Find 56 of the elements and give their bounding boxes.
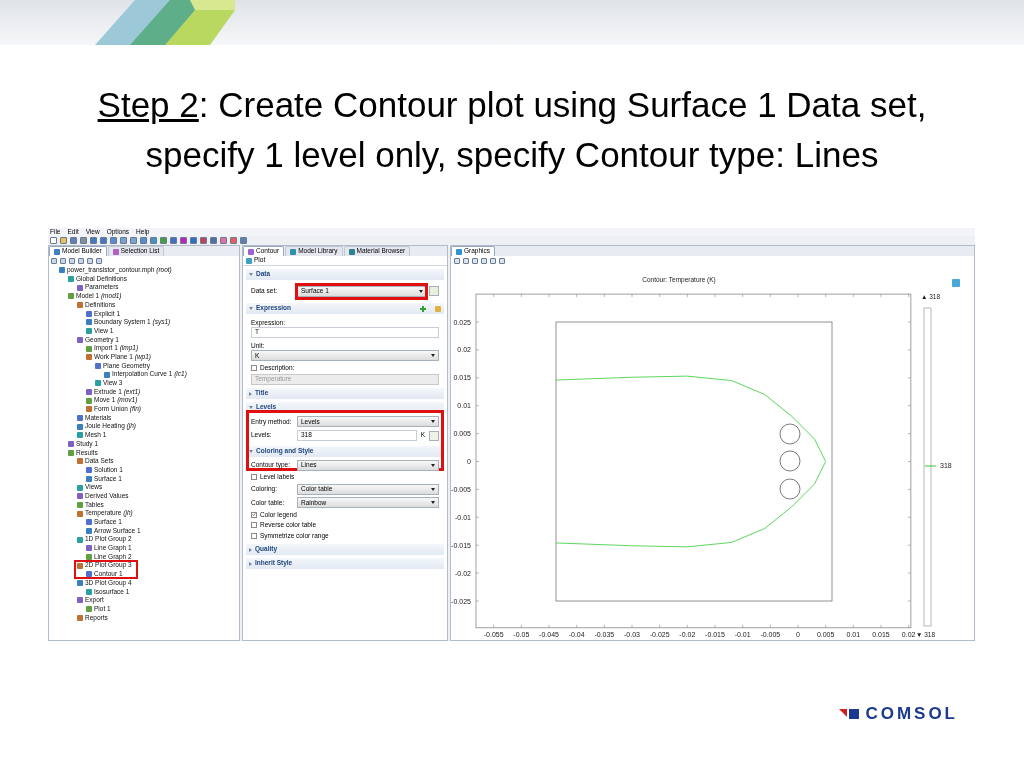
tree-node-icon — [86, 328, 92, 335]
legend-level-mark — [924, 465, 937, 467]
tree-node-icon — [86, 388, 92, 395]
logo-mark-icon — [839, 708, 860, 719]
checkbox[interactable] — [251, 511, 257, 518]
tree-node-icon — [86, 606, 92, 613]
collapse-arrow-icon — [249, 273, 253, 276]
expand-arrow-icon — [249, 561, 252, 566]
tree-node-icon — [77, 597, 83, 604]
tree-node-icon — [77, 484, 83, 491]
caret-icon — [431, 487, 435, 491]
expand-arrow-icon — [249, 547, 252, 552]
tree-node-icon — [86, 310, 92, 317]
tree-node-icon — [77, 458, 83, 465]
caret-icon — [431, 463, 435, 467]
tree-node-icon — [77, 614, 83, 621]
caret-icon — [419, 289, 423, 293]
collapse-arrow-icon — [249, 406, 253, 409]
caret-icon — [431, 354, 435, 358]
tree-node-icon — [77, 510, 83, 517]
tree-node-icon — [77, 536, 83, 543]
square-icon[interactable] — [180, 237, 187, 244]
tree-node-icon — [77, 562, 83, 569]
tree-node-icon — [77, 580, 83, 587]
checkbox[interactable] — [251, 522, 257, 529]
tree-node-icon — [68, 276, 74, 283]
checkbox[interactable] — [251, 532, 257, 539]
slide-title: Step 2: Create Contour plot using Surface 1 Data set, specify 1 level only, specify Contour type: Lines — [96, 84, 928, 176]
highlight-frame — [74, 560, 138, 579]
tree-node-icon — [77, 302, 83, 309]
tree-node-icon — [68, 293, 74, 300]
tree-node-icon — [86, 554, 92, 561]
tree-node-icon — [86, 571, 92, 578]
tree-node-icon — [77, 284, 83, 291]
tree-node-icon — [86, 406, 92, 413]
logo-text: COMSOL — [865, 705, 958, 722]
tree-node-icon — [86, 354, 92, 361]
tree-node-icon — [77, 336, 83, 343]
tree-node-icon — [95, 362, 101, 369]
tree-node-icon — [86, 588, 92, 595]
add-icon[interactable] — [420, 305, 426, 312]
checkbox[interactable] — [251, 364, 257, 371]
tree-node-icon — [86, 345, 92, 352]
caret-icon — [431, 501, 435, 505]
caret-icon — [431, 420, 435, 424]
tree-node-icon — [95, 380, 101, 387]
collapse-arrow-icon — [249, 307, 253, 310]
collapse-arrow-icon — [249, 449, 253, 453]
checkbox[interactable] — [251, 474, 257, 481]
tree-node-icon — [104, 371, 110, 378]
tree-node-icon — [59, 267, 65, 274]
expand-arrow-icon — [249, 391, 252, 396]
tree-node-icon — [86, 319, 92, 326]
tree-node-icon — [86, 545, 92, 552]
tree-node-icon — [86, 397, 92, 404]
tree-node-icon — [77, 432, 83, 439]
